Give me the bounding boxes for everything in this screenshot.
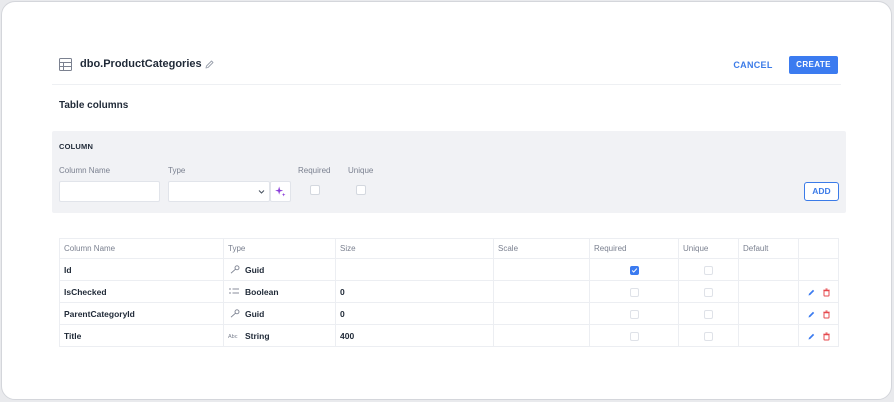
columns-table: Column Name Type Size Scale Required Uni…	[59, 238, 839, 347]
add-column-button[interactable]: ADD	[804, 182, 839, 201]
cell-column-name: Id	[59, 258, 224, 281]
cell-size: 0	[335, 280, 494, 303]
column-form-panel: COLUMN Column Name Type Required Unique …	[52, 131, 846, 213]
cell-size: 0	[335, 302, 494, 325]
chevron-down-icon	[258, 190, 265, 194]
header-bar: dbo.ProductCategories CANCEL CREATE	[2, 2, 891, 85]
edit-row-icon[interactable]	[807, 288, 816, 297]
cancel-button[interactable]: CANCEL	[730, 57, 776, 73]
cell-scale	[493, 302, 590, 325]
table-row[interactable]: IsChecked Boolean 0	[59, 280, 839, 303]
cell-column-name: Title	[59, 324, 224, 347]
designer-card: dbo.ProductCategories CANCEL CREATE Tabl…	[1, 1, 892, 400]
cell-type-label: String	[245, 330, 270, 341]
required-checkbox[interactable]	[629, 265, 639, 275]
cell-scale	[493, 324, 590, 347]
edit-row-icon[interactable]	[807, 332, 816, 341]
cell-required	[589, 280, 679, 303]
cell-size: 400	[335, 324, 494, 347]
table-row[interactable]: Id Guid	[59, 258, 839, 281]
header-unique: Unique	[678, 238, 739, 259]
panel-title: COLUMN	[59, 142, 94, 151]
header-type: Type	[223, 238, 336, 259]
delete-row-icon[interactable]	[822, 310, 831, 319]
cell-type: Guid	[223, 258, 336, 281]
pencil-icon[interactable]	[204, 59, 215, 70]
cell-default	[738, 324, 799, 347]
unique-checkbox[interactable]	[704, 331, 713, 341]
cell-actions	[798, 302, 839, 325]
cell-unique	[678, 302, 739, 325]
key-icon	[228, 264, 240, 274]
table-grid-icon	[59, 58, 72, 71]
required-checkbox[interactable]	[310, 185, 320, 195]
table-row[interactable]: ParentCategoryId Guid 0	[59, 302, 839, 325]
key-icon	[228, 308, 240, 318]
cell-actions	[798, 258, 839, 281]
page-title: dbo.ProductCategories	[80, 58, 202, 70]
cell-size	[335, 258, 494, 281]
cell-unique	[678, 324, 739, 347]
header-column-name: Column Name	[59, 238, 224, 259]
abc-icon: Abc	[228, 331, 240, 340]
cell-column-name: ParentCategoryId	[59, 302, 224, 325]
type-label: Type	[168, 166, 186, 175]
column-name-label: Column Name	[59, 166, 111, 175]
cell-actions	[798, 324, 839, 347]
type-select[interactable]	[168, 181, 270, 202]
cell-actions	[798, 280, 839, 303]
table-header-row: Column Name Type Size Scale Required Uni…	[59, 238, 839, 259]
cell-unique	[678, 280, 739, 303]
delete-row-icon[interactable]	[822, 288, 831, 297]
cell-scale	[493, 258, 590, 281]
cell-required	[589, 302, 679, 325]
header-size: Size	[335, 238, 494, 259]
cell-type: Abc String	[223, 324, 336, 347]
cell-type-label: Guid	[245, 264, 265, 275]
table-row[interactable]: Title Abc String 400	[59, 324, 839, 347]
sparkle-icon	[275, 186, 286, 197]
create-button[interactable]: CREATE	[789, 56, 838, 74]
required-checkbox[interactable]	[629, 331, 639, 341]
header-actions	[798, 238, 839, 259]
cell-required	[589, 324, 679, 347]
cell-default	[738, 280, 799, 303]
cell-unique	[678, 258, 739, 281]
edit-row-icon[interactable]	[807, 310, 816, 319]
cell-type: Boolean	[223, 280, 336, 303]
section-title: Table columns	[59, 100, 129, 111]
unique-label: Unique	[348, 166, 374, 175]
cell-type-label: Boolean	[245, 286, 279, 297]
cell-type: Guid	[223, 302, 336, 325]
unique-checkbox[interactable]	[704, 265, 713, 275]
type-suggest-button[interactable]	[270, 181, 291, 202]
cell-required	[589, 258, 679, 281]
cell-default	[738, 302, 799, 325]
required-checkbox[interactable]	[629, 309, 639, 319]
unique-checkbox[interactable]	[704, 287, 713, 297]
header-required: Required	[589, 238, 679, 259]
cell-scale	[493, 280, 590, 303]
required-checkbox[interactable]	[629, 287, 639, 297]
header-scale: Scale	[493, 238, 590, 259]
svg-text:Abc: Abc	[228, 334, 238, 340]
unique-checkbox[interactable]	[356, 185, 366, 195]
column-name-input[interactable]	[59, 181, 160, 202]
header-default: Default	[738, 238, 799, 259]
unique-checkbox[interactable]	[704, 309, 713, 319]
toggle-list-icon	[228, 287, 240, 296]
header-divider	[52, 84, 841, 85]
required-label: Required	[298, 166, 331, 175]
cell-default	[738, 258, 799, 281]
cell-column-name: IsChecked	[59, 280, 224, 303]
cell-type-label: Guid	[245, 308, 265, 319]
delete-row-icon[interactable]	[822, 332, 831, 341]
